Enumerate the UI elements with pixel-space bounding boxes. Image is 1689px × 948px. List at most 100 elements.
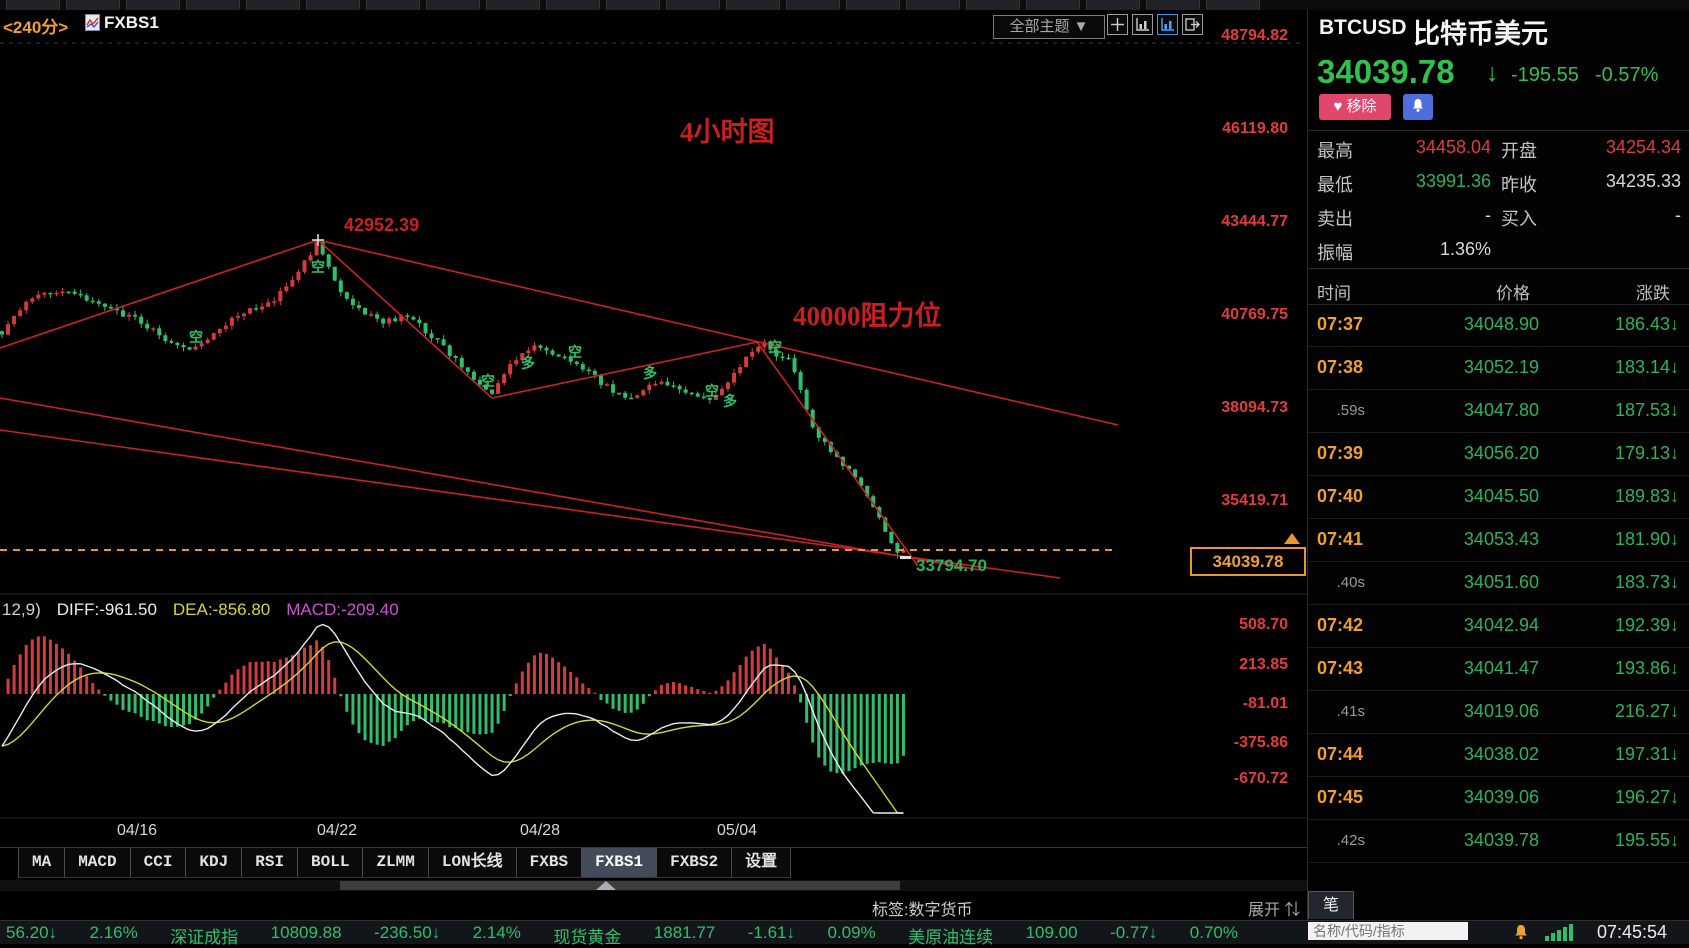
tab-fxbs2[interactable]: FXBS2 bbox=[657, 848, 732, 877]
symbol-name: 比特币美元 bbox=[1413, 12, 1548, 51]
tick-time: 07:42 bbox=[1317, 615, 1363, 636]
top-toolbar bbox=[0, 0, 1689, 10]
tick-price: 34038.02 bbox=[1464, 744, 1539, 765]
toolbar-button[interactable] bbox=[726, 0, 780, 10]
toolbar-button[interactable] bbox=[306, 0, 360, 10]
toolbar-button[interactable] bbox=[186, 0, 240, 10]
tab-cci[interactable]: CCI bbox=[131, 848, 187, 877]
macd-axis-label: -670.72 bbox=[1120, 770, 1288, 788]
tick-row: 07:4534039.06196.27↓ bbox=[1308, 777, 1689, 820]
remove-button[interactable]: ♥ 移除 bbox=[1319, 94, 1391, 120]
tab-设置[interactable]: 设置 bbox=[732, 848, 791, 877]
toolbar-button[interactable] bbox=[1206, 0, 1260, 10]
tab-lon长线[interactable]: LON长线 bbox=[429, 848, 517, 877]
heart-icon: ♥ bbox=[1333, 98, 1342, 115]
chart-annotation: 40000阻力位 bbox=[793, 294, 942, 333]
toolbar-button[interactable] bbox=[1086, 0, 1140, 10]
tab-kdj[interactable]: KDJ bbox=[186, 848, 242, 877]
toolbar-button[interactable] bbox=[1146, 0, 1200, 10]
expand-toggle[interactable]: 展开 ⇅ bbox=[1248, 896, 1300, 920]
signal-marker: 多 bbox=[723, 393, 737, 409]
exit-icon[interactable] bbox=[1182, 14, 1203, 35]
ticker-item: 深证成指 bbox=[170, 923, 238, 948]
stat-value: - bbox=[1675, 205, 1681, 226]
tab-boll[interactable]: BOLL bbox=[298, 848, 363, 877]
tick-row: 07:4434038.02197.31↓ bbox=[1308, 734, 1689, 777]
signal-marker: 空 bbox=[568, 344, 582, 360]
toolbar-button[interactable] bbox=[666, 0, 720, 10]
date-axis-label: 04/28 bbox=[505, 822, 575, 840]
ticker-item: 0.09% bbox=[827, 923, 875, 948]
tick-row: 07:3934056.20179.13↓ bbox=[1308, 433, 1689, 476]
toolbar-button[interactable] bbox=[6, 0, 60, 10]
tab-fxbs[interactable]: FXBS bbox=[517, 848, 582, 877]
price-axis-label: 40769.75 bbox=[1120, 306, 1288, 324]
tab-rsi[interactable]: RSI bbox=[242, 848, 298, 877]
tick-table: 07:3734048.90186.43↓07:3834052.19183.14↓… bbox=[1308, 304, 1689, 863]
main-chart-canvas[interactable]: 空空空多空多空多空 bbox=[0, 0, 1307, 943]
tick-time: 07:39 bbox=[1317, 443, 1363, 464]
tab-fxbs1[interactable]: FXBS1 bbox=[582, 848, 657, 877]
toolbar-button[interactable] bbox=[546, 0, 600, 10]
remove-button-label: 移除 bbox=[1347, 98, 1377, 115]
toolbar-button[interactable] bbox=[606, 0, 660, 10]
macd-dea-value: DEA:-856.80 bbox=[173, 600, 270, 620]
toolbar-button[interactable] bbox=[246, 0, 300, 10]
tick-price: 34039.78 bbox=[1464, 830, 1539, 851]
axis-chart-active-icon[interactable] bbox=[1157, 14, 1178, 35]
tick-time: 07:41 bbox=[1317, 529, 1363, 550]
stat-value: 34458.04 bbox=[1416, 137, 1491, 158]
toolbar-button[interactable] bbox=[366, 0, 420, 10]
price-arrow-icon bbox=[1284, 533, 1300, 544]
theme-selector-dropdown[interactable]: 全部主题 ▼ bbox=[993, 15, 1105, 39]
signal-marker: 空 bbox=[768, 339, 782, 355]
tick-price: 34053.43 bbox=[1464, 529, 1539, 550]
collapse-triangle-icon[interactable] bbox=[596, 881, 616, 890]
indicator-tabs: MAMACDCCIKDJRSIBOLLZLMMLON长线FXBSFXBS1FXB… bbox=[18, 848, 791, 878]
search-input[interactable] bbox=[1308, 922, 1468, 940]
toolbar-button[interactable] bbox=[66, 0, 120, 10]
tag-label: 标签:数字货币 bbox=[872, 896, 972, 920]
tick-price: 34052.19 bbox=[1464, 357, 1539, 378]
toolbar-button[interactable] bbox=[1026, 0, 1080, 10]
tick-time: 07:38 bbox=[1317, 357, 1363, 378]
tab-zlmm[interactable]: ZLMM bbox=[363, 848, 428, 877]
tick-price: 34042.94 bbox=[1464, 615, 1539, 636]
toolbar-button[interactable] bbox=[426, 0, 480, 10]
tick-change: 179.13↓ bbox=[1615, 443, 1679, 464]
axis-chart-icon[interactable] bbox=[1132, 14, 1153, 35]
stat-value: - bbox=[1485, 205, 1491, 226]
divider bbox=[1308, 268, 1689, 269]
tab-ma[interactable]: MA bbox=[19, 848, 65, 877]
ticker-item: 2.14% bbox=[473, 923, 521, 948]
tab-macd[interactable]: MACD bbox=[65, 848, 130, 877]
status-bar: 56.20↓2.16%深证成指10809.88-236.50↓2.14%现货黄金… bbox=[0, 920, 1689, 944]
dea-line bbox=[2, 642, 903, 813]
signal-marker: 多 bbox=[521, 355, 535, 371]
date-axis-label: 04/22 bbox=[302, 822, 372, 840]
chart-annotation: 4小时图 bbox=[680, 110, 775, 149]
ticker-item: 美原油连续 bbox=[908, 923, 993, 948]
tick-time: .41s bbox=[1317, 703, 1365, 720]
toolbar-button[interactable] bbox=[966, 0, 1020, 10]
macd-histogram bbox=[7, 636, 905, 774]
toolbar-button[interactable] bbox=[486, 0, 540, 10]
trendlines bbox=[0, 240, 1118, 578]
macd-macd-value: MACD:-209.40 bbox=[286, 600, 398, 620]
macd-axis-label: 213.85 bbox=[1120, 656, 1288, 674]
stat-label: 最低 bbox=[1317, 171, 1353, 197]
macd-axis-label: -375.86 bbox=[1120, 734, 1288, 752]
tick-row: 07:3734048.90186.43↓ bbox=[1308, 304, 1689, 347]
toolbar-button[interactable] bbox=[906, 0, 960, 10]
toolbar-button[interactable] bbox=[846, 0, 900, 10]
toolbar-button[interactable] bbox=[786, 0, 840, 10]
stat-value: 1.36% bbox=[1440, 239, 1491, 260]
alert-button[interactable] bbox=[1403, 94, 1433, 120]
tab-pen[interactable]: 笔 bbox=[1308, 891, 1354, 919]
chart-scrollbar-handle[interactable] bbox=[340, 881, 900, 890]
toolbar-button[interactable] bbox=[126, 0, 180, 10]
symbol-tab-label[interactable]: FXBS1 bbox=[104, 13, 159, 33]
handle-dash bbox=[900, 556, 911, 559]
tick-row: 07:4234042.94192.39↓ bbox=[1308, 605, 1689, 648]
move-icon[interactable] bbox=[1107, 14, 1128, 35]
